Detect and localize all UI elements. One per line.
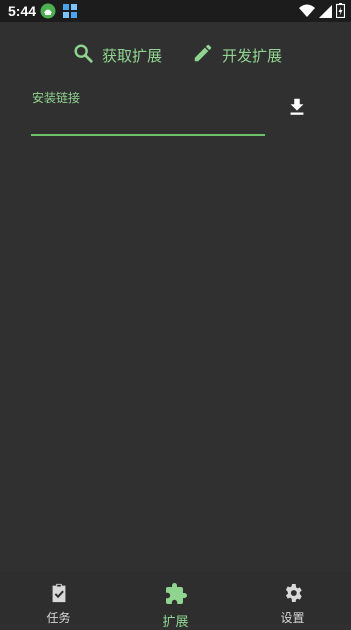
puzzle-icon bbox=[164, 582, 188, 610]
install-link-label: 安装链接 bbox=[32, 91, 81, 105]
bottom-nav: 任务 扩展 设置 bbox=[0, 572, 351, 630]
install-link-underline bbox=[31, 134, 265, 136]
app-notification-icon bbox=[40, 3, 56, 19]
battery-icon bbox=[335, 3, 346, 22]
wifi-icon bbox=[299, 3, 315, 22]
get-extension-label: 获取扩展 bbox=[102, 46, 163, 65]
get-extension-button[interactable]: 获取扩展 bbox=[72, 42, 162, 68]
top-actions: 获取扩展 开发扩展 bbox=[0, 36, 351, 72]
nav-tasks[interactable]: 任务 bbox=[0, 572, 117, 625]
download-button[interactable] bbox=[286, 96, 308, 118]
nav-extensions[interactable]: 扩展 bbox=[117, 572, 234, 630]
signal-icon bbox=[319, 3, 332, 22]
develop-extension-button[interactable]: 开发扩展 bbox=[192, 42, 282, 68]
nav-tasks-label: 任务 bbox=[46, 611, 71, 625]
pencil-icon bbox=[192, 42, 214, 68]
task-clipboard-icon bbox=[48, 582, 70, 608]
install-link-input[interactable] bbox=[32, 106, 265, 134]
gear-icon bbox=[282, 582, 304, 608]
nav-settings-label: 设置 bbox=[280, 611, 305, 625]
status-icons bbox=[299, 3, 346, 22]
status-bar: 5:44 bbox=[0, 0, 351, 22]
nav-extensions-label: 扩展 bbox=[162, 615, 189, 630]
search-icon bbox=[72, 42, 94, 68]
status-time: 5:44 bbox=[8, 3, 37, 19]
download-icon bbox=[286, 98, 308, 122]
nav-settings[interactable]: 设置 bbox=[234, 572, 351, 625]
app-grid-icon bbox=[62, 3, 78, 19]
develop-extension-label: 开发扩展 bbox=[222, 46, 283, 65]
